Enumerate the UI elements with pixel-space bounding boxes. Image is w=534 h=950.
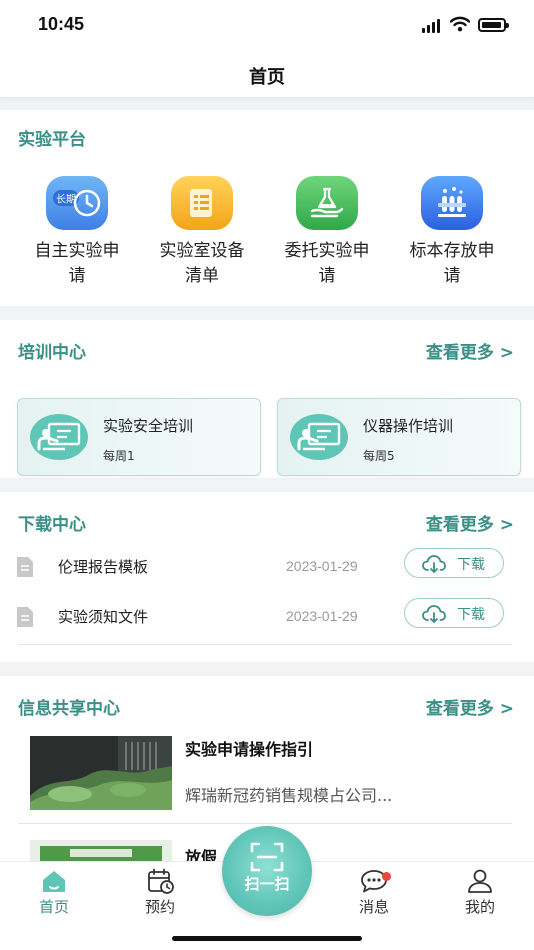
tab-messages[interactable]: 消息 bbox=[334, 868, 414, 917]
status-time: 10:45 bbox=[38, 14, 85, 34]
download-row: 伦理报告模板 2023-01-29 下载 bbox=[0, 542, 534, 590]
download-date: 2023-01-29 bbox=[286, 558, 358, 574]
training-card-title: 实验安全培训 bbox=[103, 417, 194, 435]
download-button[interactable]: 下载 bbox=[404, 548, 504, 578]
divider bbox=[18, 823, 512, 824]
flask-hand-icon bbox=[296, 176, 358, 230]
tab-booking[interactable]: 预约 bbox=[120, 868, 200, 917]
download-button-label: 下载 bbox=[457, 557, 485, 573]
tab-label: 预约 bbox=[144, 898, 175, 916]
training-card[interactable]: 仪器操作培训 每周5 bbox=[277, 398, 521, 476]
page-title: 首页 bbox=[249, 67, 285, 88]
tab-label: 首页 bbox=[38, 898, 69, 916]
cloud-download-icon bbox=[422, 605, 446, 624]
grid-label-line1: 实验室设备 bbox=[159, 241, 245, 261]
news-item-title: 实验申请操作指引 bbox=[185, 740, 314, 759]
clock-badge-text: 长期 bbox=[56, 194, 76, 206]
user-icon bbox=[468, 869, 492, 893]
signal-icon bbox=[422, 19, 442, 33]
download-date: 2023-01-29 bbox=[286, 608, 358, 624]
grid-label-line2: 请 bbox=[68, 266, 86, 286]
training-card-title: 仪器操作培训 bbox=[363, 417, 454, 435]
training-section: 培训中心 查看更多 > 实验安全培训 每周1 仪器操作培训 每周5 bbox=[0, 320, 534, 478]
download-name: 伦理报告模板 bbox=[58, 558, 149, 576]
grid-label-line2: 清单 bbox=[185, 266, 219, 286]
download-row: 实验须知文件 2023-01-29 下载 bbox=[0, 592, 534, 640]
divider bbox=[18, 644, 512, 645]
grid-item-entrust-experiment[interactable]: 委托实验申 请 bbox=[264, 176, 390, 289]
battery-icon bbox=[478, 18, 509, 32]
grid-label-line2: 请 bbox=[443, 266, 461, 286]
grid-label-line1: 自主实验申 bbox=[34, 241, 120, 261]
calendar-clock-icon bbox=[148, 868, 174, 894]
grid-label-line2: 请 bbox=[318, 266, 336, 286]
training-title: 培训中心 bbox=[18, 343, 86, 363]
tab-label: 我的 bbox=[464, 898, 495, 916]
list-icon bbox=[171, 176, 233, 230]
nav-bar: 首页 bbox=[0, 52, 534, 98]
grid-label-line1: 委托实验申 bbox=[284, 241, 370, 261]
news-thumbnail bbox=[30, 736, 172, 810]
unread-badge bbox=[382, 872, 391, 881]
tab-profile[interactable]: 我的 bbox=[440, 868, 520, 917]
news-item-title: 放假 bbox=[185, 848, 218, 862]
wifi-icon bbox=[450, 16, 470, 32]
status-bar: 10:45 bbox=[0, 0, 534, 52]
download-button[interactable]: 下载 bbox=[404, 598, 504, 628]
grid-item-self-experiment[interactable]: 长期 自主实验申 请 bbox=[14, 176, 140, 289]
grid-item-specimen-storage[interactable]: 标本存放申 请 bbox=[389, 176, 515, 289]
downloads-title: 下载中心 bbox=[18, 515, 86, 535]
grid-item-equipment-list[interactable]: 实验室设备 清单 bbox=[139, 176, 265, 289]
training-card-schedule: 每周1 bbox=[103, 449, 135, 463]
scan-icon bbox=[250, 842, 284, 872]
lecture-icon bbox=[290, 414, 348, 460]
download-button-label: 下载 bbox=[457, 607, 485, 623]
news-title: 信息共享中心 bbox=[18, 699, 120, 719]
news-item-subtitle: 辉瑞新冠药销售规模占公司... bbox=[185, 786, 393, 805]
platform-title: 实验平台 bbox=[18, 130, 86, 150]
scan-button[interactable]: 扫一扫 bbox=[222, 826, 312, 916]
training-card-schedule: 每周5 bbox=[363, 449, 395, 463]
tab-label: 消息 bbox=[358, 898, 389, 916]
download-name: 实验须知文件 bbox=[58, 608, 149, 626]
platform-section: 实验平台 长期 自主实验申 请 实验室设备 清单 委托实验申 请 标本存放申 请 bbox=[0, 110, 534, 306]
scan-label: 扫一扫 bbox=[244, 875, 290, 893]
tab-home[interactable]: 首页 bbox=[14, 868, 94, 917]
grid-label-line1: 标本存放申 bbox=[409, 241, 495, 261]
training-card[interactable]: 实验安全培训 每周1 bbox=[17, 398, 261, 476]
training-more-link[interactable]: 查看更多 > bbox=[426, 338, 514, 363]
downloads-more-link[interactable]: 查看更多 > bbox=[426, 510, 514, 535]
test-tube-rack-icon bbox=[421, 176, 483, 230]
home-icon bbox=[43, 871, 65, 892]
home-indicator bbox=[172, 936, 362, 941]
document-icon bbox=[17, 607, 33, 627]
lecture-icon bbox=[30, 414, 88, 460]
news-more-link[interactable]: 查看更多 > bbox=[426, 694, 514, 719]
clock-icon: 长期 bbox=[46, 176, 108, 230]
cloud-download-icon bbox=[422, 555, 446, 574]
document-icon bbox=[17, 557, 33, 577]
news-thumbnail bbox=[30, 840, 172, 862]
downloads-section: 下载中心 查看更多 > 伦理报告模板 2023-01-29 下载 实验须知文件 … bbox=[0, 492, 534, 662]
